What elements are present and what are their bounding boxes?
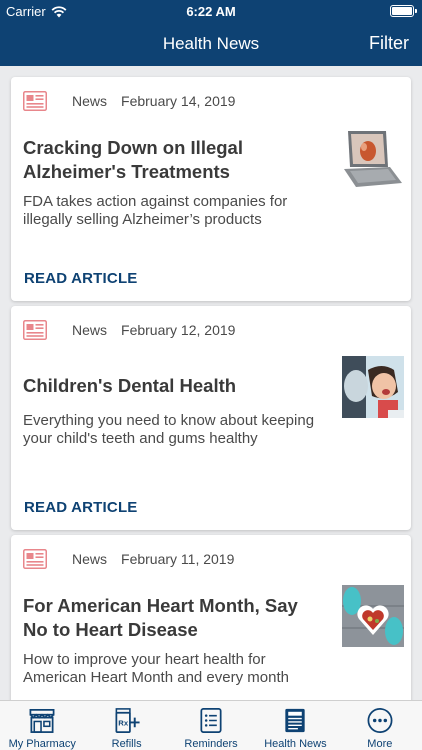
- tab-label: My Pharmacy: [8, 738, 76, 750]
- status-bar: Carrier 6:22 AM: [0, 0, 422, 22]
- article-card[interactable]: News February 11, 2019 For American Heart…: [11, 535, 411, 700]
- newspaper-icon: [285, 708, 306, 733]
- page-title: Health News: [162, 34, 260, 53]
- article-meta: News February 11, 2019: [72, 551, 234, 567]
- svg-text:Rx: Rx: [118, 718, 129, 727]
- article-summary: How to improve your heart health for Ame…: [23, 651, 289, 686]
- tab-label: Reminders: [184, 738, 238, 750]
- article-category: News: [72, 322, 108, 338]
- read-article-button[interactable]: READ ARTICLE: [24, 499, 138, 516]
- pharmacy-store-icon: [29, 708, 55, 733]
- newspaper-icon: [23, 91, 47, 111]
- rx-refill-icon: Rx: [115, 708, 140, 733]
- tab-label: Refills: [111, 738, 142, 750]
- tab-my-pharmacy[interactable]: My Pharmacy: [0, 701, 84, 750]
- article-card[interactable]: News February 14, 2019 Cracking Down on I…: [11, 77, 411, 301]
- tab-reminders[interactable]: Reminders: [169, 701, 253, 750]
- tab-bar: My Pharmacy Rx Refills Reminders Health …: [0, 700, 422, 750]
- laptop-with-pills-icon[interactable]: [342, 127, 404, 189]
- article-date: February 11, 2019: [121, 551, 235, 567]
- article-title[interactable]: For American Heart Month, Say No to Hear…: [23, 594, 323, 642]
- reminders-list-icon: [200, 708, 222, 733]
- news-feed[interactable]: News February 14, 2019 Cracking Down on I…: [0, 66, 422, 700]
- heart-bowl-and-sneakers-icon[interactable]: [342, 585, 404, 647]
- article-title[interactable]: Children's Dental Health: [23, 374, 323, 398]
- article-meta: News February 14, 2019: [72, 93, 235, 109]
- newspaper-icon: [23, 320, 47, 340]
- tab-label: More: [367, 738, 393, 750]
- status-time: 6:22 AM: [186, 4, 236, 19]
- more-dots-icon: [367, 708, 393, 733]
- filter-button[interactable]: Filter: [369, 33, 409, 54]
- article-summary: Everything you need to know about keepin…: [23, 412, 315, 447]
- battery-icon: [390, 5, 417, 17]
- tab-more[interactable]: More: [338, 701, 422, 750]
- article-meta: News February 12, 2019: [72, 322, 235, 338]
- article-card[interactable]: News February 12, 2019 Children's Dental …: [11, 306, 411, 530]
- article-date: February 14, 2019: [121, 93, 236, 109]
- tab-refills[interactable]: Rx Refills: [84, 701, 168, 750]
- tab-label: Health News: [264, 738, 327, 750]
- article-category: News: [72, 93, 108, 109]
- article-category: News: [72, 551, 108, 567]
- child-at-dentist-icon[interactable]: [342, 356, 404, 418]
- article-date: February 12, 2019: [121, 322, 236, 338]
- tab-health-news[interactable]: Health News: [253, 701, 337, 750]
- read-article-button[interactable]: READ ARTICLE: [24, 270, 138, 287]
- navigation-header: Carrier 6:22 AM Health News Filter: [0, 0, 422, 66]
- article-summary: FDA takes action against companies for i…: [23, 193, 288, 228]
- newspaper-icon: [23, 549, 47, 569]
- article-title[interactable]: Cracking Down on Illegal Alzheimer's Tre…: [23, 136, 323, 184]
